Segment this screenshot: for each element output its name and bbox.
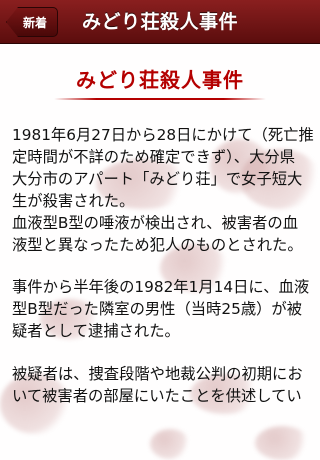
nav-title: みどり荘殺人事件 xyxy=(81,11,238,33)
article-title: みどり荘殺人事件 xyxy=(76,68,244,92)
navigation-bar: 新着 みどり荘殺人事件 xyxy=(0,0,320,44)
article-paragraph-4: 被疑者は、捜査段階や地裁公判の初期にお いて被害者の部屋にいたことを供述してい xyxy=(12,365,303,405)
article-paragraph-3: 事件から半年後の1982年1月14日に、血液 型B型だった隣室の男性（当時25歳… xyxy=(12,278,310,340)
article-paragraph-2: 血液型B型の唾液が検出され、被害者の血 液型と異なったため犯人のものとされた。 xyxy=(12,214,303,254)
article-content[interactable]: みどり荘殺人事件 1981年6月27日から28日にかけて（死亡推 定時間が不詳の… xyxy=(0,44,320,460)
background-splatter xyxy=(255,426,310,460)
background-splatter xyxy=(150,429,190,459)
article-paragraph-1: 1981年6月27日から28日にかけて（死亡推 定時間が不詳のため確定できず）、… xyxy=(12,126,314,210)
app-screen: 新着 みどり荘殺人事件 みどり荘殺人事件 1981年6月27日から28日にかけて… xyxy=(0,0,320,460)
title-underline xyxy=(54,98,266,100)
